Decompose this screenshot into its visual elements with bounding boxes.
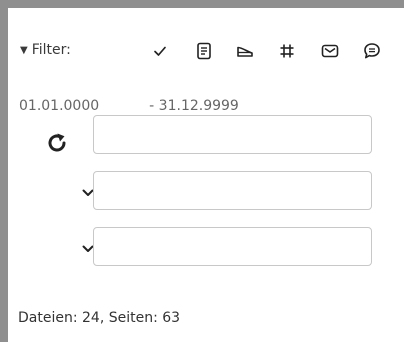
panel-frame: ▼ Filter: 01.01.0000 - 31.12.9999 Dateie… xyxy=(0,0,404,342)
collapse-triangle-icon: ▼ xyxy=(20,45,28,56)
status-count: Dateien: 24, Seiten: 63 xyxy=(18,310,181,326)
filter-toolbar: ▼ Filter: xyxy=(20,39,392,65)
document-icon[interactable] xyxy=(192,39,216,63)
date-from: 01.01.0000 xyxy=(19,98,100,114)
refresh-icon[interactable] xyxy=(43,129,71,157)
date-range: 01.01.0000 - 31.12.9999 xyxy=(19,98,239,114)
grid-icon[interactable] xyxy=(275,39,299,63)
filter-select-field-3[interactable] xyxy=(93,227,372,266)
comment-icon[interactable] xyxy=(360,39,384,63)
envelope-icon[interactable] xyxy=(318,39,342,63)
filter-select-field-2[interactable] xyxy=(93,171,372,210)
check-icon[interactable] xyxy=(148,39,172,63)
date-to: - 31.12.9999 xyxy=(149,98,239,114)
filter-toggle[interactable]: ▼ Filter: xyxy=(20,42,71,58)
shoe-icon[interactable] xyxy=(233,39,257,63)
filter-text-field-1[interactable] xyxy=(93,115,372,154)
filter-label: Filter: xyxy=(31,42,71,58)
